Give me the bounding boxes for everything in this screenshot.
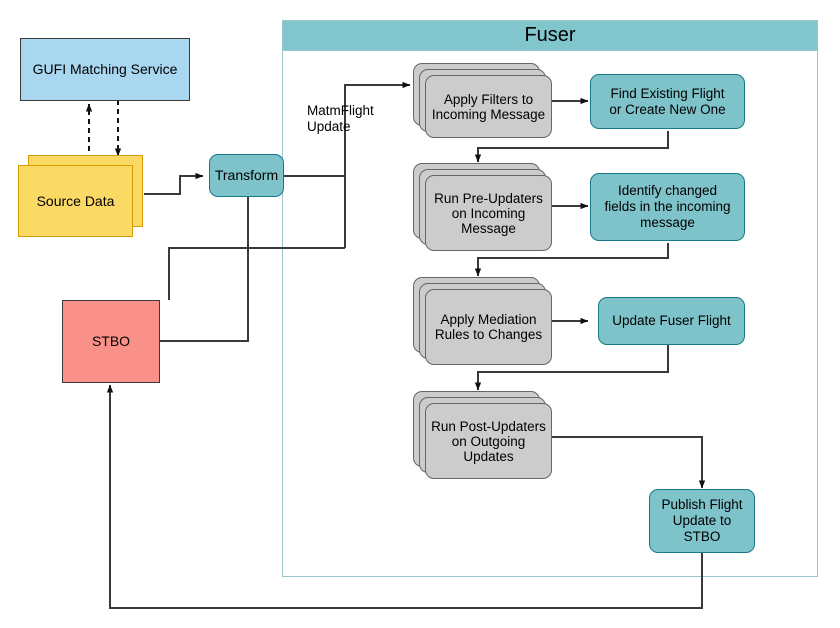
stack-layer-front: Apply Mediation Rules to Changes — [425, 289, 552, 365]
step-apply-mediation-rules-label: Apply Mediation Rules to Changes — [434, 312, 543, 342]
matmflight-update-text: MatmFlight Update — [307, 103, 374, 134]
step-publish-flight-update-label: Publish Flight Update to STBO — [661, 497, 743, 544]
fuser-panel-title: Fuser — [282, 20, 818, 51]
stack-layer-front: Apply Filters to Incoming Message — [425, 75, 552, 138]
step-run-pre-updaters-label: Run Pre-Updaters on Incoming Message — [434, 190, 543, 236]
source-data-layer-front: Source Data — [18, 165, 133, 237]
step-update-fuser-flight-label: Update Fuser Flight — [612, 313, 731, 329]
step-run-post-updaters-node[interactable]: Run Post-Updaters on Outgoing Updates — [413, 391, 553, 480]
step-find-existing-flight-label: Find Existing Flight or Create New One — [609, 85, 726, 117]
step-apply-filters-node[interactable]: Apply Filters to Incoming Message — [413, 63, 553, 139]
source-data-node[interactable]: Source Data — [18, 155, 144, 237]
transform-node[interactable]: Transform — [209, 154, 284, 197]
step-identify-changed-fields-node[interactable]: Identify changed fields in the incoming … — [590, 173, 745, 241]
step-apply-filters-label: Apply Filters to Incoming Message — [431, 91, 546, 122]
transform-label: Transform — [214, 167, 279, 184]
fuser-panel-title-label: Fuser — [524, 24, 576, 46]
stbo-node[interactable]: STBO — [62, 300, 160, 383]
gufi-matching-service-label: GUFI Matching Service — [32, 61, 178, 78]
step-update-fuser-flight-node[interactable]: Update Fuser Flight — [598, 297, 745, 345]
stbo-label: STBO — [91, 333, 131, 350]
step-apply-mediation-rules-node[interactable]: Apply Mediation Rules to Changes — [413, 277, 553, 366]
step-run-post-updaters-label: Run Post-Updaters on Outgoing Updates — [431, 418, 546, 464]
gufi-matching-service-node[interactable]: GUFI Matching Service — [20, 38, 190, 101]
source-data-label: Source Data — [36, 193, 115, 209]
stack-layer-front: Run Post-Updaters on Outgoing Updates — [425, 403, 552, 479]
stack-layer-front: Run Pre-Updaters on Incoming Message — [425, 175, 552, 251]
step-find-existing-flight-node[interactable]: Find Existing Flight or Create New One — [590, 74, 745, 129]
step-run-pre-updaters-node[interactable]: Run Pre-Updaters on Incoming Message — [413, 163, 553, 252]
diagram-canvas: Fuser GUFI Matching Service Source Data … — [0, 0, 840, 628]
step-publish-flight-update-node[interactable]: Publish Flight Update to STBO — [649, 489, 755, 553]
matmflight-update-edge-label: MatmFlight Update — [303, 100, 398, 138]
step-identify-changed-fields-label: Identify changed fields in the incoming … — [604, 183, 731, 230]
